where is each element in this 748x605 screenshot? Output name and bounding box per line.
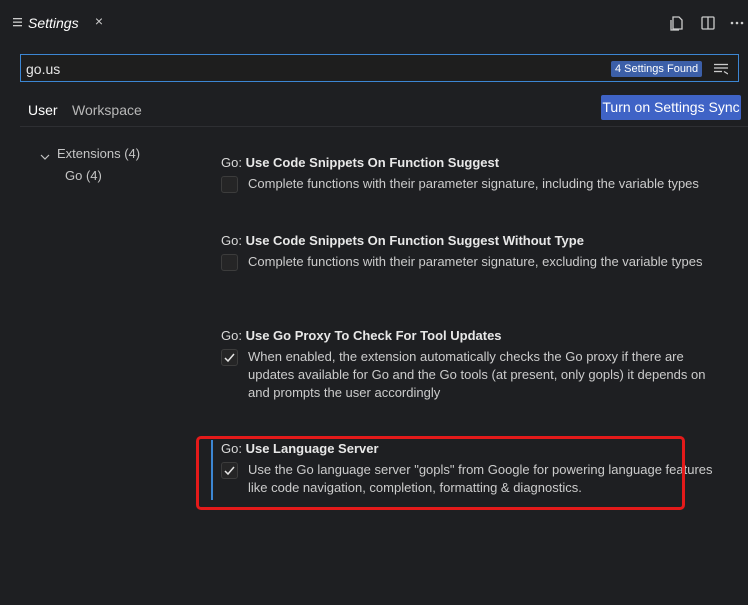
split-editor-icon[interactable] [699,14,717,32]
header-divider [20,126,748,127]
setting-checkbox[interactable] [221,254,238,271]
settings-list-icon [13,16,23,28]
settings-tab[interactable]: Settings × [0,6,113,40]
chevron-down-icon[interactable] [40,149,50,160]
check-icon [224,353,235,363]
setting-title: Go: Use Code Snippets On Function Sugges… [221,233,584,248]
tab-title: Settings [28,15,79,31]
setting-checkbox[interactable] [221,349,238,366]
setting-name: Use Code Snippets On Function Suggest [245,155,500,170]
settings-search-input[interactable]: go.us 4 Settings Found [20,54,739,82]
setting-use-code-snippets: Go: Use Code Snippets On Function Sugges… [221,155,736,195]
tab-workspace-label: Workspace [72,102,142,118]
setting-name: Use Code Snippets On Function Suggest Wi… [245,233,584,248]
filter-lines-icon[interactable] [714,62,729,75]
editor-tab-bar: Settings × [0,0,748,46]
setting-description: Complete functions with their parameter … [248,176,699,191]
annotation-highlight-box [196,436,685,510]
setting-category: Go: [221,328,246,343]
setting-use-go-proxy: Go: Use Go Proxy To Check For Tool Updat… [221,328,736,406]
setting-category: Go: [221,155,246,170]
setting-title: Go: Use Code Snippets On Function Sugges… [221,155,499,170]
tab-user[interactable]: User [20,98,64,127]
open-settings-json-icon[interactable] [668,14,686,32]
toc-item-extensions[interactable]: Extensions (4) [57,146,140,161]
tab-user-label: User [28,102,58,118]
more-actions-icon[interactable] [728,14,746,32]
search-value: go.us [26,61,61,77]
setting-description: When enabled, the extension automaticall… [248,349,706,400]
setting-checkbox[interactable] [221,176,238,193]
close-icon[interactable]: × [92,14,106,28]
setting-name: Use Go Proxy To Check For Tool Updates [245,328,502,343]
setting-use-code-snippets-without-type: Go: Use Code Snippets On Function Sugges… [221,233,736,293]
turn-on-settings-sync-button[interactable]: Turn on Settings Sync [601,95,741,120]
results-count-badge: 4 Settings Found [611,61,703,77]
setting-title: Go: Use Go Proxy To Check For Tool Updat… [221,328,502,343]
tab-workspace[interactable]: Workspace [72,98,142,126]
toc-item-go[interactable]: Go (4) [65,168,102,183]
setting-description: Complete functions with their parameter … [248,254,703,269]
setting-category: Go: [221,233,246,248]
